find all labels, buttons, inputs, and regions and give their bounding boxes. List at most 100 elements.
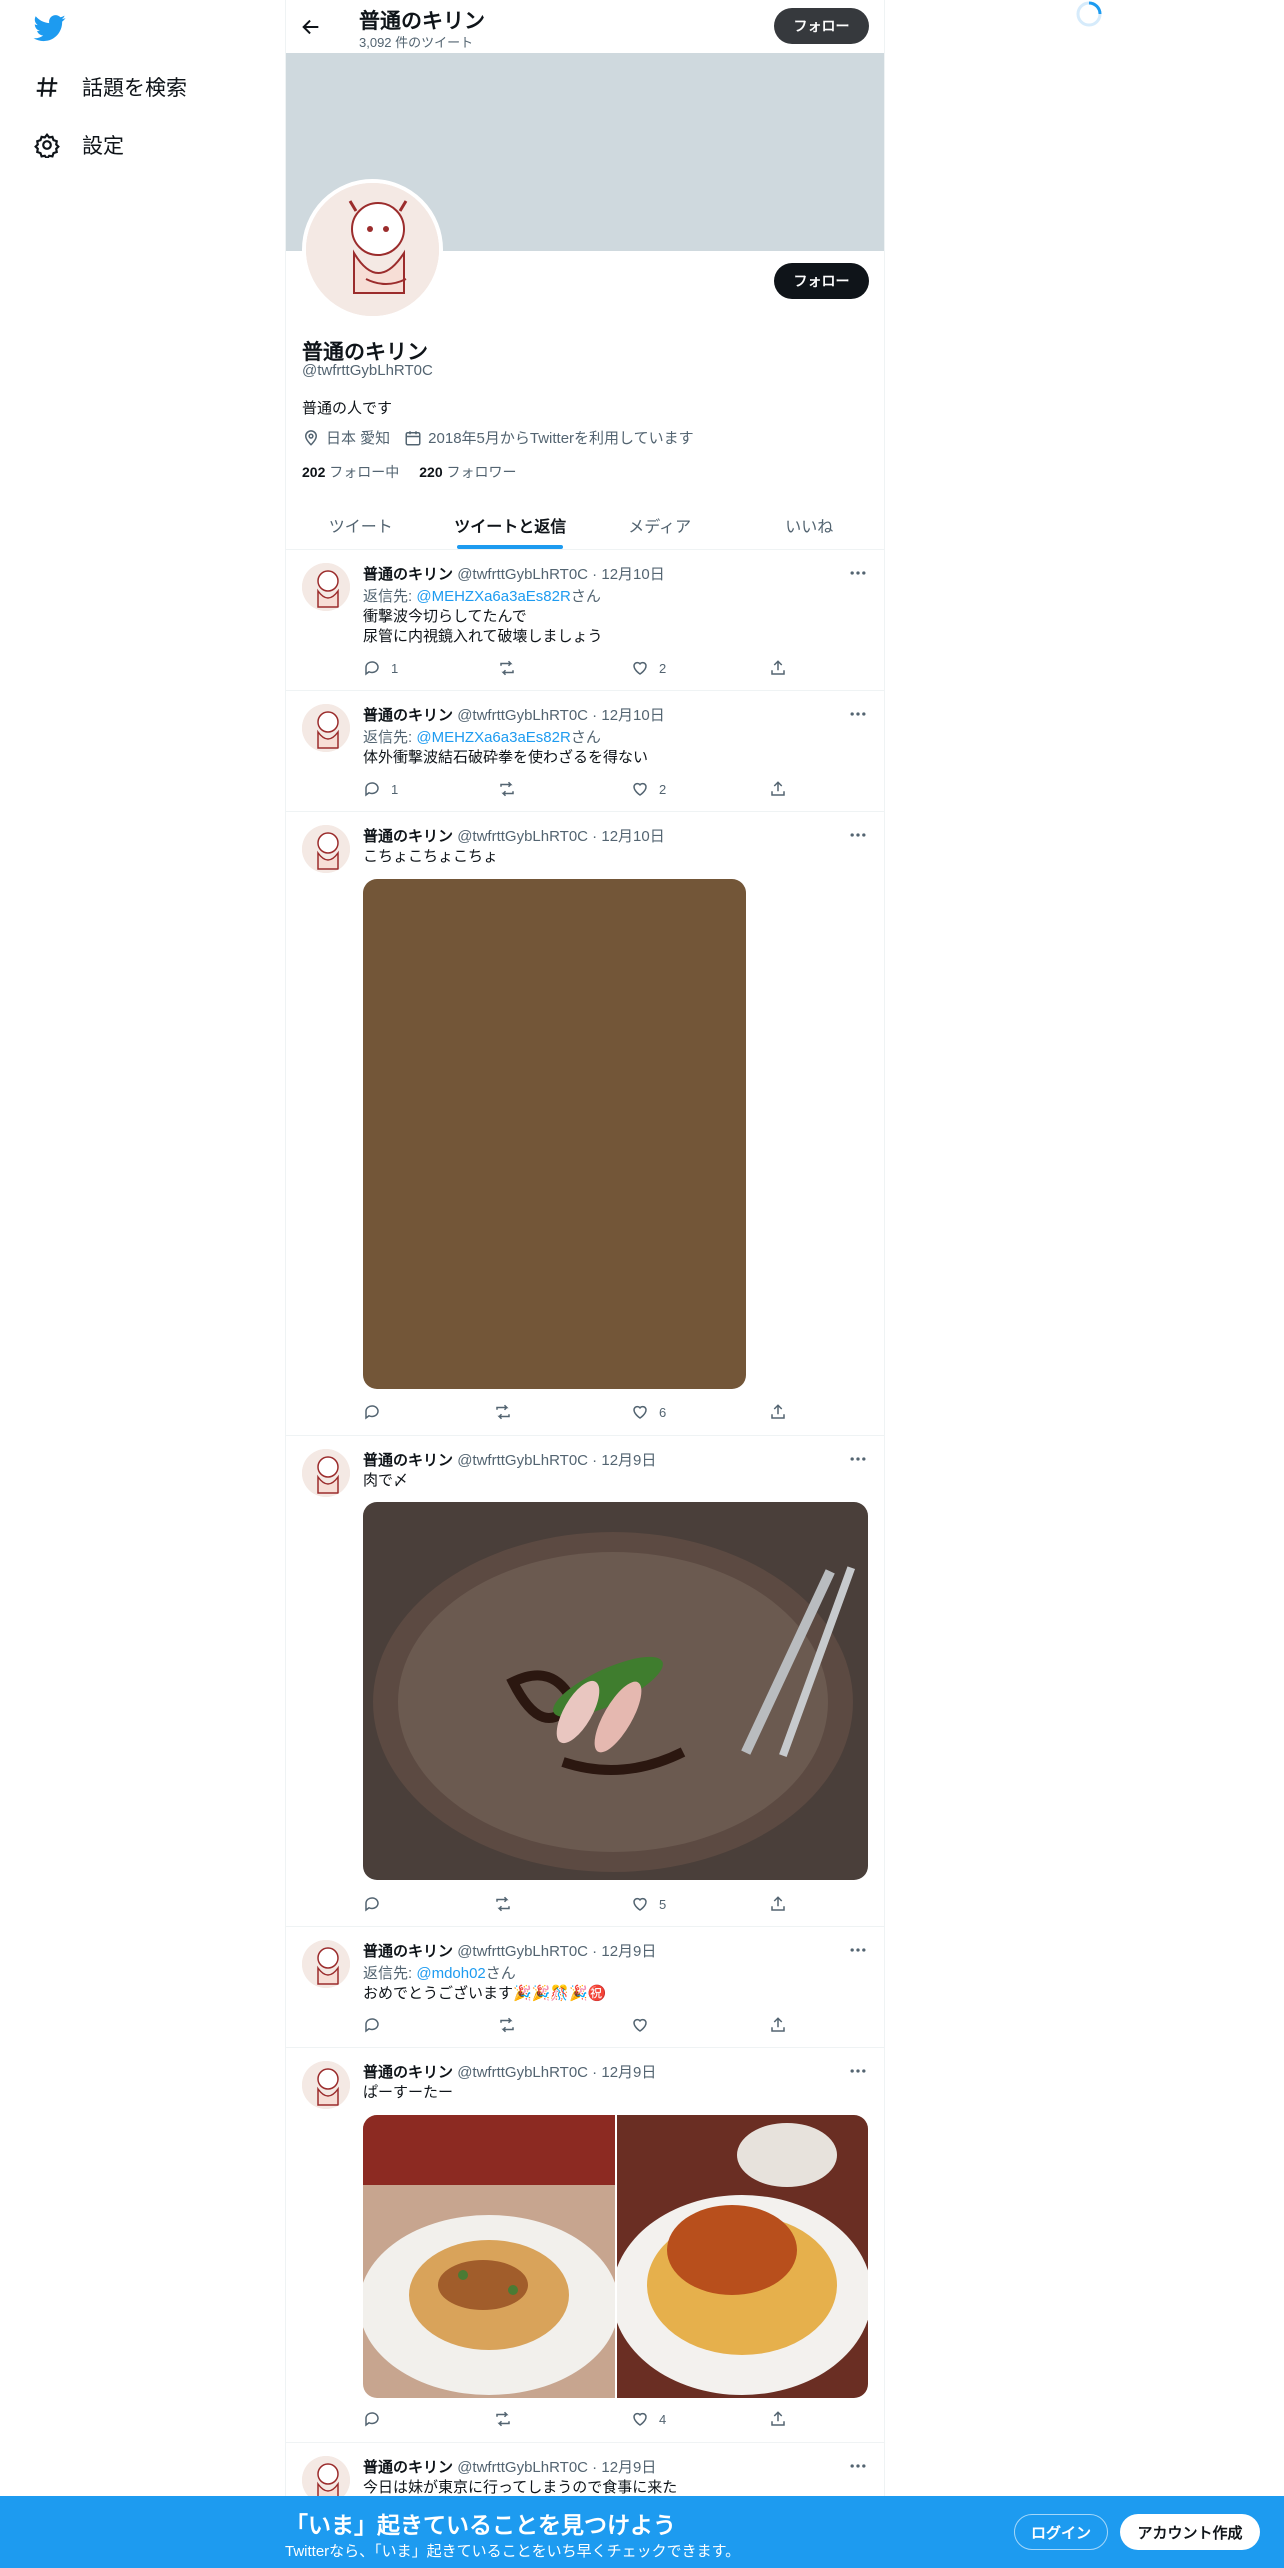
like-button[interactable]: 6	[631, 1403, 666, 1421]
retweet-icon	[500, 781, 514, 797]
like-button[interactable]	[631, 2016, 659, 2034]
retweet-button[interactable]	[498, 780, 526, 798]
more-options-icon[interactable]	[848, 2456, 868, 2476]
tweet-actions	[363, 2016, 785, 2036]
reply-button[interactable]	[363, 1895, 391, 1913]
share-button[interactable]	[769, 1895, 787, 1913]
tweet[interactable]: 普通のキリン @twfrttGybLhRT0C · 12月9日 肉で〆 5	[286, 1437, 884, 1927]
tweet-author-handle[interactable]: @twfrttGybLhRT0C	[457, 2459, 588, 2476]
tweet-author-handle[interactable]: @twfrttGybLhRT0C	[457, 828, 588, 845]
like-button[interactable]: 5	[631, 1895, 666, 1913]
more-options-icon[interactable]	[848, 563, 868, 583]
pasta-photo-2[interactable]	[617, 2115, 868, 2398]
share-button[interactable]	[769, 2410, 787, 2428]
tweet-author-handle[interactable]: @twfrttGybLhRT0C	[457, 1943, 588, 1960]
twitter-logo-icon[interactable]	[30, 12, 70, 44]
nav-explore[interactable]: 話題を検索	[34, 72, 187, 102]
tweet-date[interactable]: 12月9日	[601, 1452, 656, 1469]
like-button[interactable]: 2	[631, 659, 666, 677]
nav-settings[interactable]: 設定	[34, 130, 124, 160]
tweet-media-image[interactable]	[363, 879, 746, 1389]
share-button[interactable]	[769, 1403, 787, 1421]
reply-icon	[365, 661, 379, 676]
share-button[interactable]	[769, 659, 787, 677]
tweet-date[interactable]: 12月10日	[601, 566, 664, 583]
profile-follow-button[interactable]: フォロー	[774, 263, 869, 299]
more-options-icon[interactable]	[848, 1940, 868, 1960]
retweet-button[interactable]	[494, 1403, 522, 1421]
tweet-date[interactable]: 12月10日	[601, 707, 664, 724]
tweet-author-name[interactable]: 普通のキリン	[363, 707, 453, 724]
reply-button[interactable]: 1	[363, 659, 398, 677]
tweet[interactable]: 普通のキリン @twfrttGybLhRT0C · 12月10日 返信先: @M…	[286, 551, 884, 691]
back-arrow-icon[interactable]	[300, 16, 322, 38]
tweet[interactable]: 普通のキリン @twfrttGybLhRT0C · 12月10日 返信先: @M…	[286, 692, 884, 812]
login-button[interactable]: ログイン	[1014, 2514, 1108, 2550]
tweet-media-image[interactable]	[363, 1502, 868, 1880]
more-options-icon[interactable]	[848, 1449, 868, 1469]
reply-mention[interactable]: @MEHZXa6a3aEs82R	[416, 729, 570, 746]
tweet-date[interactable]: 12月10日	[601, 828, 664, 845]
share-button[interactable]	[769, 780, 787, 798]
tab-media[interactable]: メディア	[585, 500, 735, 549]
gear-icon	[34, 132, 60, 158]
tweet-author-name[interactable]: 普通のキリン	[363, 1452, 453, 1469]
retweet-button[interactable]	[494, 2410, 522, 2428]
share-button[interactable]	[769, 2016, 787, 2034]
reply-icon	[365, 1897, 379, 1912]
tweet-author-handle[interactable]: @twfrttGybLhRT0C	[457, 566, 588, 583]
more-options-icon[interactable]	[848, 2061, 868, 2081]
tweet-author-handle[interactable]: @twfrttGybLhRT0C	[457, 707, 588, 724]
retweet-icon	[496, 2411, 510, 2427]
tweet-author-name[interactable]: 普通のキリン	[363, 2459, 453, 2476]
header-follow-button[interactable]: フォロー	[774, 8, 869, 44]
tweet[interactable]: 普通のキリン @twfrttGybLhRT0C · 12月9日 返信先: @md…	[286, 1928, 884, 2048]
reply-mention[interactable]: @MEHZXa6a3aEs82R	[416, 588, 570, 605]
tweet-author-name[interactable]: 普通のキリン	[363, 2064, 453, 2081]
tweet-date[interactable]: 12月9日	[601, 1943, 656, 1960]
signup-button[interactable]: アカウント作成	[1120, 2514, 1260, 2550]
followers-link[interactable]: 220 フォロワー	[419, 462, 516, 482]
reply-button[interactable]	[363, 2410, 391, 2428]
reply-button[interactable]	[363, 1403, 391, 1421]
tab-tweets[interactable]: ツイート	[286, 500, 436, 549]
tweet-avatar[interactable]	[302, 704, 350, 752]
reply-button[interactable]	[363, 2016, 391, 2034]
reply-prefix: 返信先:	[363, 588, 417, 605]
profile-avatar[interactable]	[302, 179, 443, 320]
tweet-author-name[interactable]: 普通のキリン	[363, 1943, 453, 1960]
tweet-author-name[interactable]: 普通のキリン	[363, 828, 453, 845]
tweet[interactable]: 普通のキリン @twfrttGybLhRT0C · 12月10日 こちょこちょこ…	[286, 813, 884, 1436]
tweet-actions: 1 2	[363, 659, 785, 679]
tab-tweets-and-replies[interactable]: ツイートと返信	[436, 500, 586, 549]
retweet-button[interactable]	[498, 659, 526, 677]
nav-settings-label: 設定	[82, 135, 124, 158]
avatar-illustration	[302, 2061, 350, 2109]
followers-count: 220	[419, 464, 443, 480]
tweet-avatar[interactable]	[302, 2061, 350, 2109]
more-options-icon[interactable]	[848, 704, 868, 724]
tab-likes[interactable]: いいね	[735, 500, 885, 549]
profile-bio: 普通の人です	[302, 400, 393, 417]
tweet-author-name[interactable]: 普通のキリン	[363, 566, 453, 583]
reply-button[interactable]: 1	[363, 780, 398, 798]
tweet-author-handle[interactable]: @twfrttGybLhRT0C	[457, 2064, 588, 2081]
tweet-avatar[interactable]	[302, 825, 350, 873]
tweet-avatar[interactable]	[302, 563, 350, 611]
tweet-avatar[interactable]	[302, 1940, 350, 1988]
retweet-button[interactable]	[498, 2016, 526, 2034]
pasta-photo-1[interactable]	[363, 2115, 615, 2398]
like-button[interactable]: 4	[631, 2410, 666, 2428]
tweet-avatar[interactable]	[302, 1449, 350, 1497]
tweet-date[interactable]: 12月9日	[601, 2064, 656, 2081]
reply-mention[interactable]: @mdoh02	[416, 1965, 485, 1982]
tweet-author-handle[interactable]: @twfrttGybLhRT0C	[457, 1452, 588, 1469]
retweet-button[interactable]	[494, 1895, 522, 1913]
following-link[interactable]: 202 フォロー中	[302, 462, 399, 482]
calendar-icon	[405, 430, 421, 445]
heart-icon	[633, 1405, 647, 1419]
more-options-icon[interactable]	[848, 825, 868, 845]
like-button[interactable]: 2	[631, 780, 666, 798]
tweet-date[interactable]: 12月9日	[601, 2459, 656, 2476]
tweet[interactable]: 普通のキリン @twfrttGybLhRT0C · 12月9日 ぱーすーたー 4	[286, 2049, 884, 2443]
